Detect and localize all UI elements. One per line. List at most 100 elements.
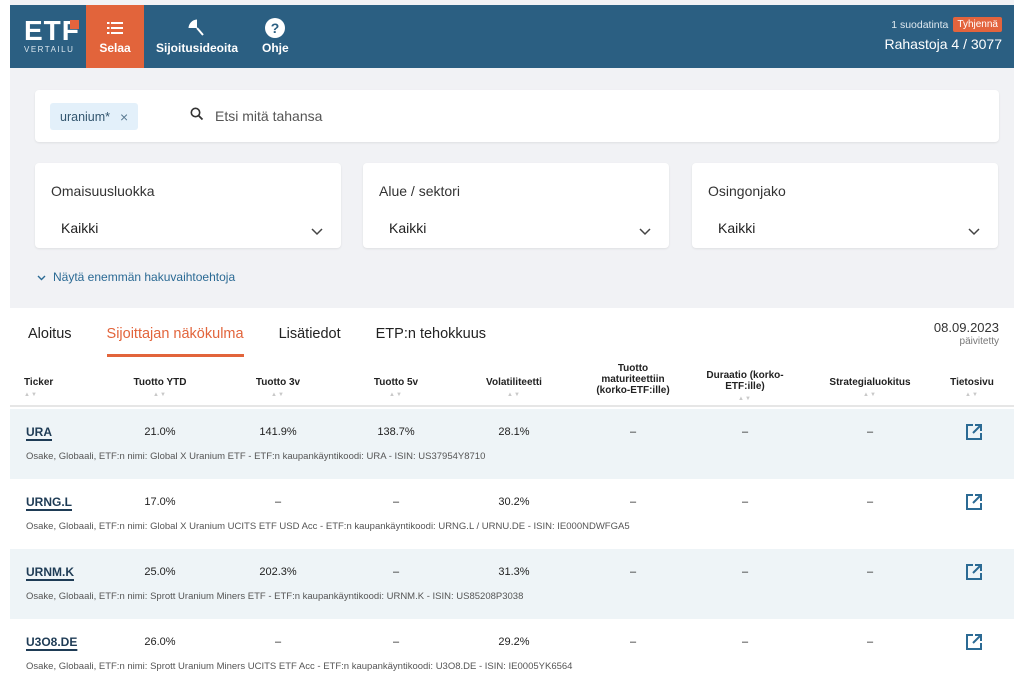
logo-subtext: VERTAILU [24, 45, 75, 54]
beach-umbrella-icon [188, 18, 206, 38]
table-row: U3O8.DE 26.0% – – 29.2% – – – Osake, Glo… [10, 619, 1014, 689]
sort-icon[interactable]: ▲▼ [940, 390, 1004, 401]
search-chip[interactable]: uranium* × [50, 103, 139, 130]
cell-volatility: 29.2% [498, 636, 530, 648]
nav-sijoitusideoita-label: Sijoitusideoita [156, 41, 239, 55]
cell-volatility: 31.3% [498, 566, 530, 578]
cell-duration: – [741, 566, 749, 578]
etf-logo[interactable]: ETF VERTAILU [24, 17, 84, 54]
cell-ytm: – [629, 426, 637, 438]
sort-icon[interactable]: ▲▼ [238, 390, 318, 401]
external-link-icon[interactable] [965, 423, 983, 446]
nav-sijoitusideoita[interactable]: Sijoitusideoita [144, 5, 250, 68]
cell-5v: – [392, 636, 400, 648]
cell-strategy: – [866, 566, 874, 578]
updated-date: 08.09.2023 [933, 320, 999, 335]
col-duration[interactable]: Duraatio (korko-ETF:ille) ▲▼ [705, 370, 785, 405]
table-header: Ticker ▲▼ Tuotto YTD ▲▼ Tuotto 3v ▲▼ Tuotto… [10, 360, 1014, 407]
list-icon [107, 18, 123, 38]
col-info[interactable]: Tietosivu ▲▼ [940, 377, 1004, 401]
cell-ytd: 26.0% [144, 636, 176, 648]
top-header: ETF VERTAILU Selaa Sijoitusideoita ? Ohj… [10, 5, 1014, 68]
search-bar: uranium* × [35, 90, 999, 142]
more-options-label: Näytä enemmän hakuvaihtoehtoja [53, 270, 236, 284]
sort-icon[interactable]: ▲▼ [120, 390, 200, 401]
filter-summary: 1 suodatinta Tyhjennä Rahastoja 4 / 3077 [884, 17, 1002, 52]
table-row: URNM.K 25.0% 202.3% – 31.3% – – – Osake,… [10, 549, 1014, 619]
col-strategy[interactable]: Strategialuokitus ▲▼ [820, 377, 920, 401]
cell-ytm: – [629, 636, 637, 648]
sort-icon[interactable]: ▲▼ [820, 390, 920, 401]
cell-ytm: – [629, 566, 637, 578]
filter-value: Kaikki [389, 220, 427, 236]
filter-label: Osingonjako [708, 183, 786, 199]
cell-strategy: – [866, 636, 874, 648]
tab-lisatiedot[interactable]: Lisätiedot [279, 326, 341, 357]
cell-volatility: 30.2% [498, 496, 530, 508]
updated-label: päivitetty [959, 336, 999, 347]
svg-text:?: ? [271, 20, 280, 36]
external-link-icon[interactable] [965, 493, 983, 516]
filter-label: Omaisuusluokka [51, 183, 155, 199]
row-description: Osake, Globaali, ETF:n nimi: Sprott Uran… [26, 661, 573, 672]
sort-icon[interactable]: ▲▼ [474, 390, 554, 401]
tab-bar: Aloitus Sijoittajan näkökulma Lisätiedot… [28, 326, 521, 357]
chevron-down-icon [37, 270, 46, 284]
nav-selaa[interactable]: Selaa [86, 5, 144, 68]
cell-ytd: 17.0% [144, 496, 176, 508]
cell-5v: 138.7% [377, 426, 415, 438]
main-nav: Selaa Sijoitusideoita ? Ohje [86, 5, 301, 68]
ticker-link[interactable]: U3O8.DE [26, 635, 77, 649]
chevron-down-icon [968, 223, 980, 241]
row-description: Osake, Globaali, ETF:n nimi: Global X Ur… [26, 521, 630, 532]
cell-3v: 141.9% [259, 426, 297, 438]
sort-icon[interactable]: ▲▼ [24, 390, 53, 401]
nav-ohje-label: Ohje [262, 41, 289, 55]
tab-aloitus[interactable]: Aloitus [28, 326, 72, 357]
sort-icon[interactable]: ▲▼ [705, 394, 785, 405]
external-link-icon[interactable] [965, 633, 983, 656]
chevron-down-icon [639, 223, 651, 241]
nav-selaa-label: Selaa [99, 41, 131, 55]
filter-osingonjako[interactable]: Osingonjako Kaikki [692, 163, 998, 248]
updated-info: 08.09.2023 päivitetty [934, 320, 999, 347]
col-3v[interactable]: Tuotto 3v ▲▼ [238, 377, 318, 401]
filter-alue-sektori[interactable]: Alue / sektori Kaikki [363, 163, 669, 248]
cell-ytm: – [629, 496, 637, 508]
col-volatility[interactable]: Volatiliteetti ▲▼ [474, 377, 554, 401]
row-description: Osake, Globaali, ETF:n nimi: Sprott Uran… [26, 591, 524, 602]
col-ticker[interactable]: Ticker ▲▼ [24, 377, 53, 401]
ticker-link[interactable]: URNM.K [26, 565, 74, 579]
nav-ohje[interactable]: ? Ohje [250, 5, 301, 68]
filter-value: Kaikki [61, 220, 99, 236]
more-options-link[interactable]: Näytä enemmän hakuvaihtoehtoja [37, 270, 235, 284]
cell-3v: – [274, 496, 282, 508]
results-panel: Aloitus Sijoittajan näkökulma Lisätiedot… [10, 308, 1014, 692]
search-icon [190, 107, 204, 126]
col-5v[interactable]: Tuotto 5v ▲▼ [356, 377, 436, 401]
cell-duration: – [741, 426, 749, 438]
chevron-down-icon [311, 223, 323, 241]
sort-icon[interactable]: ▲▼ [356, 390, 436, 401]
row-description: Osake, Globaali, ETF:n nimi: Global X Ur… [26, 451, 486, 462]
col-ytm[interactable]: Tuotto maturiteettiin (korko-ETF:ille) [588, 363, 678, 396]
cell-3v: 202.3% [259, 566, 297, 578]
ticker-link[interactable]: URNG.L [26, 495, 72, 509]
ticker-link[interactable]: URA [26, 425, 52, 439]
cell-5v: – [392, 566, 400, 578]
clear-filters-button[interactable]: Tyhjennä [953, 17, 1002, 32]
filter-omaisuusluokka[interactable]: Omaisuusluokka Kaikki [35, 163, 341, 248]
cell-ytd: 21.0% [144, 426, 176, 438]
search-input[interactable] [215, 104, 915, 128]
cell-5v: – [392, 496, 400, 508]
cell-duration: – [741, 496, 749, 508]
filter-count: 1 suodatinta [891, 18, 949, 31]
external-link-icon[interactable] [965, 563, 983, 586]
cell-ytd: 25.0% [144, 566, 176, 578]
tab-sijoittajan-nakokulma[interactable]: Sijoittajan näkökulma [106, 326, 244, 357]
chip-remove-icon[interactable]: × [120, 109, 128, 125]
tab-etp-tehokkuus[interactable]: ETP:n tehokkuus [376, 326, 486, 357]
funds-count: Rahastoja 4 / 3077 [884, 36, 1002, 52]
col-ytd[interactable]: Tuotto YTD ▲▼ [120, 377, 200, 401]
cell-duration: – [741, 636, 749, 648]
